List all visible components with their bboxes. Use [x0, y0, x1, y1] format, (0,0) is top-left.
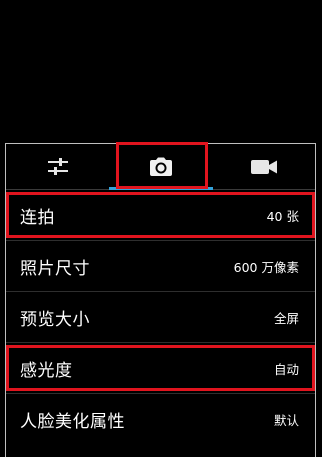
setting-value: 600 万像素: [233, 259, 299, 275]
setting-label: 预览大小: [20, 309, 90, 330]
setting-label: 照片尺寸: [20, 258, 90, 279]
setting-value: 40 张: [266, 208, 299, 224]
setting-value: 自动: [273, 361, 299, 377]
setting-row-iso[interactable]: 感光度 自动: [6, 343, 315, 394]
tab-photo-settings[interactable]: [109, 144, 212, 190]
setting-row-face-beauty[interactable]: 人脸美化属性 默认: [6, 394, 315, 445]
camera-icon: [149, 157, 172, 176]
settings-panel: 连拍 40 张 照片尺寸 600 万像素 预览大小 全屏 感光度 自动 人脸美化…: [5, 142, 316, 457]
sliders-icon: [47, 158, 68, 175]
setting-row-photo-size[interactable]: 照片尺寸 600 万像素: [6, 241, 315, 292]
tab-general-settings[interactable]: [6, 144, 109, 190]
setting-label: 人脸美化属性: [20, 412, 125, 432]
setting-row-burst[interactable]: 连拍 40 张: [6, 190, 315, 241]
setting-label: 连拍: [20, 207, 55, 228]
setting-value: 全屏: [273, 310, 299, 326]
camera-settings-screen: 连拍 40 张 照片尺寸 600 万像素 预览大小 全屏 感光度 自动 人脸美化…: [0, 0, 322, 457]
setting-row-preview-size[interactable]: 预览大小 全屏: [6, 292, 315, 343]
video-camera-icon: [250, 160, 277, 174]
setting-value: 默认: [273, 413, 299, 428]
tab-video-settings[interactable]: [212, 144, 315, 190]
settings-tab-bar: [6, 142, 315, 190]
setting-label: 感光度: [20, 360, 73, 381]
